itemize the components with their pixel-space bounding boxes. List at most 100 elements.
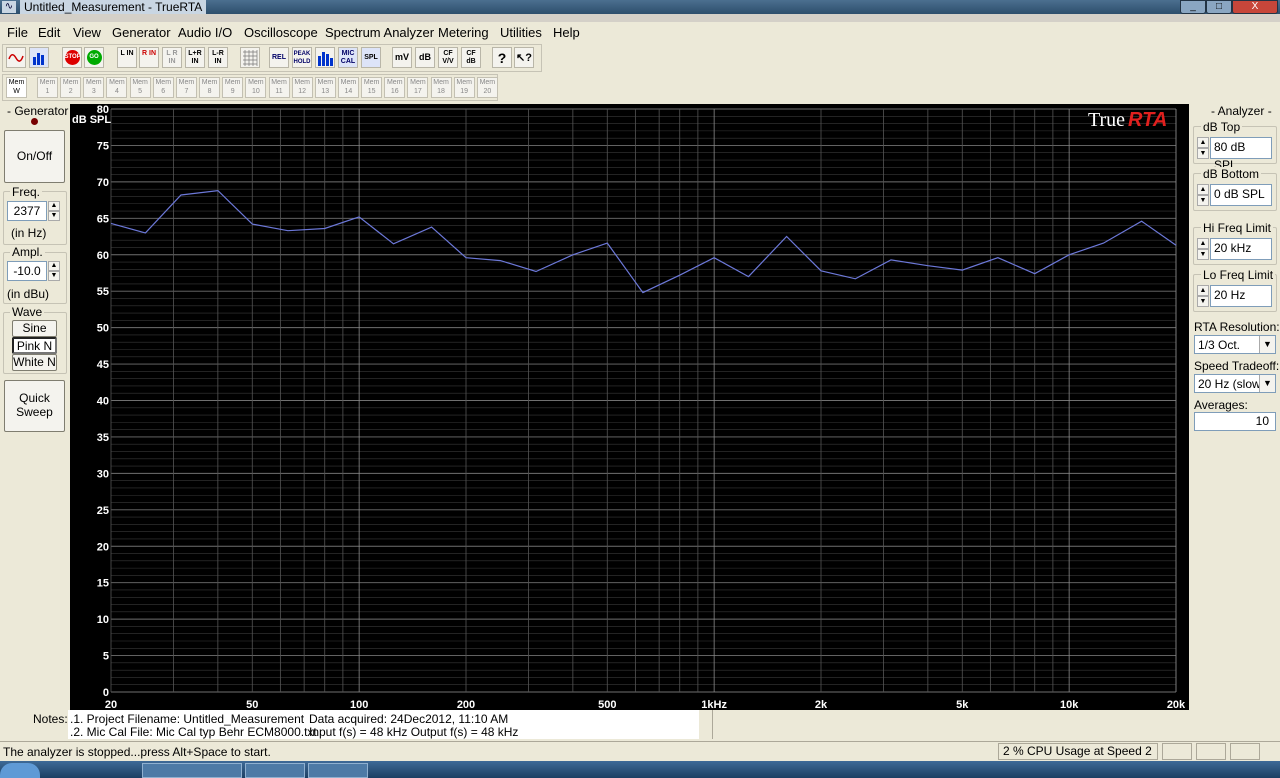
chevron-down-icon[interactable]: ▼: [1259, 375, 1275, 392]
menu-audio-io[interactable]: Audio I/O: [178, 25, 232, 40]
y-tick-label: 40: [97, 396, 109, 408]
menu-utilities[interactable]: Utilities: [500, 25, 542, 40]
hi-freq-up-icon[interactable]: ▲: [1197, 238, 1209, 249]
rta-resolution-select[interactable]: 1/3 Oct. ▼: [1194, 335, 1276, 354]
lo-freq-up-icon[interactable]: ▲: [1197, 285, 1209, 296]
spl-button[interactable]: SPL: [361, 47, 381, 68]
menu-edit[interactable]: Edit: [38, 25, 60, 40]
mem-slot-button[interactable]: Mem 6: [152, 77, 174, 98]
chevron-down-icon[interactable]: ▼: [1259, 336, 1275, 353]
help-icon[interactable]: ?: [492, 47, 512, 68]
lo-freq-input[interactable]: 20 Hz: [1210, 285, 1272, 307]
mem-slot-button[interactable]: Mem 2: [60, 77, 82, 98]
db-bottom-up-icon[interactable]: ▲: [1197, 184, 1209, 195]
menu-metering[interactable]: Metering: [438, 25, 489, 40]
mem-slot-button[interactable]: Mem 5: [129, 77, 151, 98]
wave-white-noise-button[interactable]: White N: [12, 354, 57, 371]
ampl-up-icon[interactable]: ▲: [48, 261, 60, 271]
menu-spectrum-analyzer[interactable]: Spectrum Analyzer: [325, 25, 434, 40]
taskbar-item[interactable]: [142, 763, 242, 778]
mem-slot-button[interactable]: Mem 17: [407, 77, 429, 98]
mem-slot-button[interactable]: Mem 19: [453, 77, 475, 98]
mem-slot-button[interactable]: Mem 9: [222, 77, 244, 98]
mem-slot-button[interactable]: Mem 11: [268, 77, 290, 98]
mem-slot-button[interactable]: Mem 18: [430, 77, 452, 98]
averages-input[interactable]: 10: [1194, 412, 1276, 431]
mem-slot-button[interactable]: Mem 14: [337, 77, 359, 98]
db-top-input[interactable]: 80 dB SPL: [1210, 137, 1272, 172]
mem-slot-button[interactable]: Mem 4: [106, 77, 128, 98]
ampl-down-icon[interactable]: ▼: [48, 271, 60, 281]
mic-cal-button[interactable]: MIC CAL: [338, 47, 358, 68]
menu-view[interactable]: View: [73, 25, 101, 40]
mem-slot-button[interactable]: Mem 12: [291, 77, 313, 98]
y-axis-label: dB SPL: [72, 114, 111, 126]
freq-down-icon[interactable]: ▼: [48, 211, 60, 221]
start-button[interactable]: [0, 763, 40, 778]
mem-slot-button[interactable]: Mem 13: [314, 77, 336, 98]
rel-button[interactable]: REL: [269, 47, 289, 68]
ampl-input[interactable]: -10.0: [7, 261, 47, 281]
mv-button[interactable]: mV: [392, 47, 412, 68]
oscilloscope-mode-icon[interactable]: [6, 47, 26, 68]
menu-generator[interactable]: Generator: [112, 25, 171, 40]
db-bottom-down-icon[interactable]: ▼: [1197, 195, 1209, 206]
generator-title: - Generator -: [5, 104, 78, 118]
stereo-input-button[interactable]: L R IN: [162, 47, 182, 68]
mem-w-button[interactable]: Mem W: [6, 77, 27, 98]
wave-sine-button[interactable]: Sine: [12, 320, 57, 337]
db-bottom-input[interactable]: 0 dB SPL: [1210, 184, 1272, 206]
freq-input[interactable]: 2377: [7, 201, 47, 221]
taskbar-item[interactable]: [245, 763, 305, 778]
difference-input-button[interactable]: L-R IN: [208, 47, 228, 68]
speed-tradeoff-select[interactable]: 20 Hz (slow) ▼: [1194, 374, 1276, 393]
maximize-button[interactable]: □: [1206, 0, 1232, 14]
context-help-icon[interactable]: ↖?: [514, 47, 534, 68]
menu-help[interactable]: Help: [553, 25, 580, 40]
y-tick-label: 20: [97, 541, 109, 553]
taskbar-item[interactable]: [308, 763, 368, 778]
spectrum-mode-icon[interactable]: [29, 47, 49, 68]
grid-icon[interactable]: [240, 47, 260, 68]
mem-slot-button[interactable]: Mem 10: [245, 77, 267, 98]
y-tick-label: 70: [97, 177, 109, 189]
mem-slot-button[interactable]: Mem 7: [175, 77, 197, 98]
right-input-button[interactable]: R IN: [139, 47, 159, 68]
go-button[interactable]: GO: [84, 47, 104, 68]
db-top-down-icon[interactable]: ▼: [1197, 148, 1209, 159]
peak-hold-button[interactable]: PEAK HOLD: [292, 47, 312, 68]
notes-line-1a: .1. Project Filename: Untitled_Measureme…: [70, 712, 305, 726]
mem-slot-button[interactable]: Mem 8: [199, 77, 221, 98]
freq-up-icon[interactable]: ▲: [48, 201, 60, 211]
stop-button[interactable]: STOP: [62, 47, 82, 68]
app-icon: ∿: [2, 1, 16, 13]
bar-display-icon[interactable]: [315, 47, 335, 68]
menu-oscilloscope[interactable]: Oscilloscope: [244, 25, 318, 40]
x-tick-label: 500: [598, 699, 616, 710]
db-top-up-icon[interactable]: ▲: [1197, 137, 1209, 148]
hi-freq-label: Hi Freq Limit: [1201, 221, 1274, 235]
sum-input-button[interactable]: L+R IN: [185, 47, 205, 68]
hi-freq-down-icon[interactable]: ▼: [1197, 249, 1209, 260]
cf-vv-button[interactable]: CF V/V: [438, 47, 458, 68]
minimize-button[interactable]: _: [1180, 0, 1206, 14]
y-tick-label: 25: [97, 505, 109, 517]
left-input-button[interactable]: L IN: [117, 47, 137, 68]
generator-onoff-button[interactable]: On/Off: [4, 130, 65, 183]
wave-pink-noise-button[interactable]: Pink N: [12, 337, 57, 354]
close-button[interactable]: X: [1232, 0, 1278, 14]
mem-slot-button[interactable]: Mem 20: [476, 77, 498, 98]
mem-slot-button[interactable]: Mem 3: [83, 77, 105, 98]
lo-freq-down-icon[interactable]: ▼: [1197, 296, 1209, 307]
y-tick-label: 50: [97, 323, 109, 335]
cf-db-button[interactable]: CF dB: [461, 47, 481, 68]
notes-box[interactable]: .1. Project Filename: Untitled_Measureme…: [68, 710, 699, 739]
x-tick-label: 100: [350, 699, 368, 710]
quick-sweep-button[interactable]: Quick Sweep: [4, 380, 65, 432]
hi-freq-input[interactable]: 20 kHz: [1210, 238, 1272, 260]
db-button[interactable]: dB: [415, 47, 435, 68]
mem-slot-button[interactable]: Mem 1: [37, 77, 58, 98]
mem-slot-button[interactable]: Mem 16: [384, 77, 406, 98]
mem-slot-button[interactable]: Mem 15: [361, 77, 383, 98]
menu-file[interactable]: File: [7, 25, 28, 40]
